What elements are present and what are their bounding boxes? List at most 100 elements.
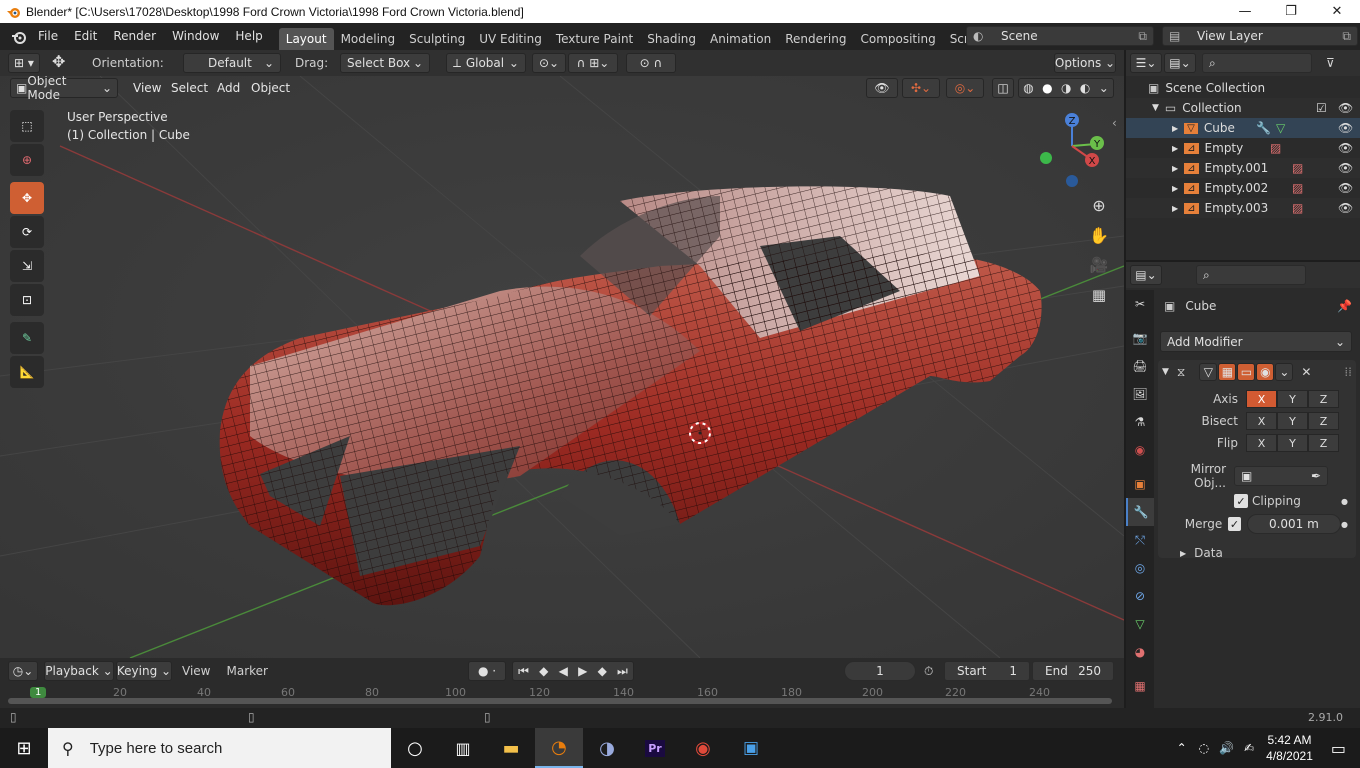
- modifier-wrench-icon[interactable]: 🔧: [1256, 121, 1271, 135]
- tool-tab[interactable]: ✂: [1126, 290, 1154, 318]
- eyedropper-icon[interactable]: ✒: [1311, 469, 1321, 483]
- bisect-z-toggle[interactable]: Z: [1308, 412, 1339, 430]
- viewport-menu-view[interactable]: View: [133, 81, 161, 95]
- tab-modeling[interactable]: Modeling: [334, 28, 403, 50]
- play-icon[interactable]: ▶: [578, 664, 587, 678]
- navigation-gizmo[interactable]: Z Y X: [1036, 110, 1112, 190]
- merge-distance-input[interactable]: 0.001 m: [1246, 514, 1342, 534]
- visibility-dropdown[interactable]: 👁: [866, 78, 898, 98]
- edit-mode-toggle[interactable]: ▽: [1199, 363, 1218, 381]
- collection-checkbox-icon[interactable]: ☑: [1316, 101, 1327, 115]
- timeline-editor-type[interactable]: ◷⌄: [8, 661, 38, 681]
- render-toggle[interactable]: ◉: [1256, 363, 1275, 381]
- outliner-item[interactable]: ▶ ⊿ Empty ▨ 👁: [1126, 138, 1360, 158]
- flip-z-toggle[interactable]: Z: [1308, 434, 1339, 452]
- flip-x-toggle[interactable]: X: [1246, 434, 1277, 452]
- keyframe-dot-icon[interactable]: ●: [1341, 520, 1348, 529]
- visibility-eye-icon[interactable]: 👁: [1338, 101, 1353, 115]
- drag-dropdown[interactable]: Select Box ⌄: [340, 53, 430, 73]
- image-empty-icon[interactable]: ▨: [1292, 201, 1303, 215]
- measure-tool[interactable]: 📐: [10, 356, 44, 388]
- data-subpanel-label[interactable]: Data: [1194, 546, 1223, 560]
- material-tab[interactable]: ◕: [1126, 638, 1154, 666]
- render-tab[interactable]: 📷: [1126, 324, 1154, 352]
- select-box-tool[interactable]: ⬚: [10, 110, 44, 142]
- outliner-item[interactable]: ▶ ▽ Cube 🔧 ▽ 👁: [1126, 118, 1360, 138]
- filter-icon[interactable]: ⊽: [1326, 56, 1335, 70]
- bisect-y-toggle[interactable]: Y: [1277, 412, 1308, 430]
- end-frame-input[interactable]: End 250: [1032, 661, 1114, 681]
- minimize-button[interactable]: —: [1222, 0, 1268, 23]
- axis-x-toggle[interactable]: X: [1246, 390, 1277, 408]
- pen-icon[interactable]: ✍: [1244, 741, 1254, 755]
- tab-compositing[interactable]: Compositing: [853, 28, 942, 50]
- visibility-eye-icon[interactable]: 👁: [1338, 121, 1353, 135]
- current-frame-input[interactable]: 1: [844, 661, 916, 681]
- view-layer-copy-icon[interactable]: ⧉: [1342, 29, 1351, 44]
- taskbar-steam[interactable]: ◑: [583, 728, 631, 768]
- constraints-tab[interactable]: ⊘: [1126, 582, 1154, 610]
- outliner-editor-type[interactable]: ☰⌄: [1130, 53, 1162, 73]
- wireframe-shading-icon[interactable]: ◍: [1023, 81, 1033, 95]
- outliner-item[interactable]: ▶ ⊿ Empty.001 ▨ 👁: [1126, 158, 1360, 178]
- modifier-menu-dropdown[interactable]: ⌄: [1275, 363, 1294, 381]
- solid-shading-icon[interactable]: ●: [1042, 81, 1052, 95]
- menu-file[interactable]: File: [30, 23, 66, 50]
- tab-sculpting[interactable]: Sculpting: [402, 28, 472, 50]
- xray-toggle[interactable]: ◫: [992, 78, 1014, 98]
- texture-tab[interactable]: ▦: [1126, 672, 1154, 700]
- bisect-x-toggle[interactable]: X: [1246, 412, 1277, 430]
- chevron-down-icon[interactable]: ⌄: [1099, 81, 1109, 95]
- menu-render[interactable]: Render: [105, 23, 164, 50]
- jump-end-icon[interactable]: ⏭: [617, 664, 628, 679]
- viewport-canvas[interactable]: [0, 76, 1124, 658]
- visibility-eye-icon[interactable]: 👁: [1338, 141, 1353, 155]
- keyframe-dot-icon[interactable]: ●: [1341, 497, 1348, 506]
- outliner-search-input[interactable]: ⌕: [1202, 53, 1312, 73]
- material-shading-icon[interactable]: ◑: [1061, 81, 1071, 95]
- remove-modifier-icon[interactable]: ✕: [1301, 365, 1311, 379]
- visibility-eye-icon[interactable]: 👁: [1338, 201, 1353, 215]
- record-button[interactable]: ● ·: [468, 661, 506, 681]
- axis-z-toggle[interactable]: Z: [1308, 390, 1339, 408]
- scene-selector[interactable]: ◐ Scene ⧉: [966, 26, 1154, 46]
- visibility-eye-icon[interactable]: 👁: [1338, 161, 1353, 175]
- world-tab[interactable]: ◉: [1126, 436, 1154, 464]
- keying-dropdown[interactable]: Keying ⌄: [116, 661, 172, 681]
- view-layer-selector[interactable]: ▤ View Layer ⧉: [1162, 26, 1358, 46]
- taskbar-photos[interactable]: ▣: [727, 728, 775, 768]
- sidebar-toggle-icon[interactable]: ‹: [1112, 116, 1117, 130]
- next-keyframe-icon[interactable]: ◆: [598, 664, 607, 678]
- editor-type-button[interactable]: ⊞ ▾: [8, 53, 40, 73]
- image-empty-icon[interactable]: ▨: [1270, 141, 1281, 155]
- timeline-ruler[interactable]: 1 20 40 60 80 100 120 140 160 180 200 22…: [0, 684, 1124, 708]
- mirror-object-field[interactable]: ▣ ✒: [1234, 466, 1328, 486]
- orientation-dropdown[interactable]: Default ⌄: [183, 53, 281, 73]
- cursor-tool[interactable]: ⊕: [10, 144, 44, 176]
- maximize-button[interactable]: ❐: [1268, 0, 1314, 23]
- expand-icon[interactable]: ▼: [1152, 103, 1159, 113]
- add-modifier-dropdown[interactable]: Add Modifier ⌄: [1160, 331, 1352, 352]
- shading-modes[interactable]: ◍ ● ◑ ◐ ⌄: [1018, 78, 1114, 98]
- drag-handle-icon[interactable]: ⁞⁞: [1344, 365, 1352, 379]
- play-reverse-icon[interactable]: ◀: [559, 664, 568, 678]
- cortana-button[interactable]: ○: [391, 728, 439, 768]
- pan-button[interactable]: ✋: [1086, 222, 1112, 248]
- annotate-tool[interactable]: ✎: [10, 322, 44, 354]
- start-button[interactable]: ⊞: [0, 728, 48, 768]
- flip-y-toggle[interactable]: Y: [1277, 434, 1308, 452]
- network-icon[interactable]: ◌: [1199, 741, 1209, 755]
- zoom-button[interactable]: ⊕: [1086, 192, 1112, 218]
- rendered-shading-icon[interactable]: ◐: [1080, 81, 1090, 95]
- image-empty-icon[interactable]: ▨: [1292, 181, 1303, 195]
- taskbar-file-explorer[interactable]: ▬: [487, 728, 535, 768]
- mode-dropdown[interactable]: ▣ Object Mode ⌄: [10, 76, 118, 102]
- move-tool[interactable]: ✥: [10, 182, 44, 214]
- 3d-viewport[interactable]: ▣ Object Mode ⌄ View Select Add Object 👁…: [0, 76, 1124, 658]
- proportional-edit-button[interactable]: ⊙ ∩: [626, 53, 676, 73]
- mesh-data-icon[interactable]: ▽: [1276, 121, 1285, 135]
- properties-search-input[interactable]: ⌕: [1196, 265, 1306, 285]
- properties-editor-type[interactable]: ▤⌄: [1130, 265, 1162, 285]
- viewport-menu-add[interactable]: Add: [217, 81, 240, 95]
- start-frame-input[interactable]: Start 1: [944, 661, 1030, 681]
